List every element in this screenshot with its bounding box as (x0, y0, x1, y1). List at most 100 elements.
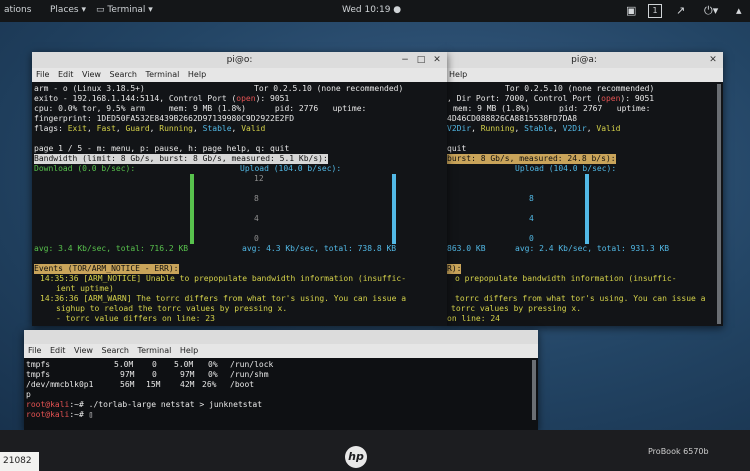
menubar: Help (445, 68, 723, 82)
titlebar[interactable]: pi@a: ✕ (445, 52, 723, 68)
terminal-screen[interactable]: arm - o (Linux 3.18.5+) Tor 0.2.5.10 (no… (32, 82, 447, 326)
clock[interactable]: Wed 10:19 ● (342, 5, 401, 15)
menu-edit[interactable]: Edit (58, 70, 74, 79)
scrollbar[interactable] (532, 360, 536, 420)
df-mount: /run/shm (230, 370, 269, 379)
event-2: torrc differs from what tor's using. You… (455, 294, 706, 303)
flag-v2dir: V2Dir (447, 124, 472, 133)
df-mount: /boot (230, 380, 255, 389)
places-menu[interactable]: Places ▾ (50, 5, 86, 15)
terminal-window-left[interactable]: pi@o: − □ ✕ File Edit View Search Termin… (32, 52, 447, 326)
close-icon[interactable]: ✕ (431, 54, 443, 66)
arm-header: arm - o (Linux 3.18.5+) (34, 84, 145, 93)
maximize-icon[interactable]: □ (415, 54, 427, 66)
df-used: 0 (152, 370, 157, 379)
df-avail: 97M (180, 370, 195, 379)
prompt-path: :~# (69, 400, 84, 409)
prompt-path: :~# (69, 410, 84, 419)
flag-valid: Valid (596, 124, 621, 133)
df-fs: tmpfs (26, 360, 51, 369)
window-title: pi@o: (226, 55, 253, 65)
menu-help[interactable]: Help (449, 70, 467, 79)
activities-button[interactable]: ations (4, 5, 31, 15)
flags-label: flags: (34, 124, 63, 133)
df-use: 0% (208, 370, 218, 379)
command-text: ./torlab-large netstat > junknetstat (83, 400, 263, 409)
df-used: 0 (152, 360, 157, 369)
flag-fast: Fast (96, 124, 116, 133)
df-avail: 5.0M (174, 360, 194, 369)
terminal-app-menu[interactable]: ▭ Terminal ▾ (96, 5, 153, 15)
prompt-user: root@kali (26, 410, 70, 419)
accessibility-icon[interactable]: ↗ (676, 4, 685, 17)
menubar: File Edit View Search Terminal Help (24, 344, 538, 358)
terminal-label: Terminal (107, 5, 146, 15)
menu-search[interactable]: Search (102, 346, 129, 355)
relay-address: exito - 192.168.1.144:5114, Control Port… (34, 94, 237, 103)
menu-terminal[interactable]: Terminal (146, 70, 180, 79)
menu-help[interactable]: Help (188, 70, 206, 79)
download-label: Download (0.0 b/sec): (34, 164, 136, 173)
flag-running: Running (159, 124, 193, 133)
minimize-icon[interactable]: − (399, 54, 411, 66)
cursor: ▯ (88, 410, 94, 419)
terminal-window-right[interactable]: pi@a: ✕ Help Tor 0.2.5.10 (none recommen… (445, 52, 723, 326)
flag-stable: Stable (202, 124, 232, 133)
menu-file[interactable]: File (36, 70, 49, 79)
bandwidth-header: Bandwidth (limit: 8 Gb/s, burst: 8 Gb/s,… (34, 154, 328, 164)
tor-version: Tor 0.2.5.10 (none recommended) (254, 84, 404, 93)
scrollbar[interactable] (717, 84, 721, 324)
df-size: 5.0M (114, 360, 134, 369)
workspace-indicator[interactable]: 1 (648, 4, 662, 18)
mem-line: mem: 9 MB (1.8%) pid: 2767 uptime: (453, 104, 651, 113)
bandwidth-header: burst: 8 Gb/s, measured: 24.8 b/s): (447, 154, 616, 164)
event-2b: sighup to reload the torrc values by pre… (56, 304, 288, 313)
event-2: 14:36:36 [ARM_WARN] The torrc differs fr… (40, 294, 407, 303)
input-line[interactable]: root@kali:~# ▯ (26, 410, 93, 420)
flag-v2dir-2: V2Dir (562, 124, 587, 133)
laptop-bezel (0, 430, 750, 471)
page-hint: page 1 / 5 - m: menu, p: pause, h: page … (34, 144, 290, 153)
upload-label: Upload (104.0 b/sec): (240, 164, 342, 173)
titlebar[interactable]: pi@o: − □ ✕ (32, 52, 447, 68)
places-label: Places (50, 5, 79, 15)
sticker-label: 21082 (0, 452, 39, 471)
flag-valid: Valid (241, 124, 266, 133)
menu-view[interactable]: View (82, 70, 101, 79)
menu-help[interactable]: Help (180, 346, 198, 355)
event-1: o prepopulate bandwidth information (ins… (455, 274, 677, 283)
close-icon[interactable]: ✕ (707, 54, 719, 66)
df-fs: /dev/mmcblk0p1 (26, 380, 94, 389)
menu-terminal[interactable]: Terminal (138, 346, 172, 355)
df-used: 15M (146, 380, 161, 389)
notification-icon[interactable]: ▴ (736, 4, 742, 17)
y-tick-12: 12 (254, 174, 264, 183)
y-tick-8: 8 (529, 194, 534, 203)
terminal-screen[interactable]: Tor 0.2.5.10 (none recommended) , Dir Po… (445, 82, 723, 326)
df-size: 97M (120, 370, 135, 379)
power-icon[interactable]: ⏻▾ (704, 4, 718, 18)
df-avail: 42M (180, 380, 195, 389)
model-label: ProBook 6570b (648, 447, 709, 456)
menu-file[interactable]: File (28, 346, 41, 355)
event-2b: torrc values by pressing x. (451, 304, 582, 313)
terminal-window-bottom[interactable]: File Edit View Search Terminal Help tmpf… (24, 330, 538, 430)
dir-port-text: Dir Port: 7000, Control Port ( (456, 94, 602, 103)
upload-avg: avg: 4.3 Kb/sec, total: 738.8 KB (242, 244, 397, 253)
y-tick-4: 4 (529, 214, 534, 223)
prompt-user: root@kali (26, 400, 70, 409)
control-line: , Dir Port: 7000, Control Port (open): 9… (447, 94, 655, 103)
top-bar: ations Places ▾ ▭ Terminal ▾ Wed 10:19 ●… (0, 0, 750, 22)
menu-edit[interactable]: Edit (50, 346, 66, 355)
y-tick-0: 0 (529, 234, 534, 243)
titlebar[interactable] (24, 330, 538, 344)
df-fs: tmpfs (26, 370, 51, 379)
terminal-screen[interactable]: tmpfs 5.0M 0 5.0M 0% /run/lock tmpfs 97M… (24, 358, 538, 430)
p-line: p (26, 390, 31, 399)
camera-icon[interactable]: ▣ (626, 4, 636, 17)
menu-search[interactable]: Search (110, 70, 137, 79)
port-value: ): 9051 (620, 94, 655, 103)
upload-bar (392, 174, 396, 244)
menu-view[interactable]: View (74, 346, 93, 355)
flag-running: Running (480, 124, 515, 133)
